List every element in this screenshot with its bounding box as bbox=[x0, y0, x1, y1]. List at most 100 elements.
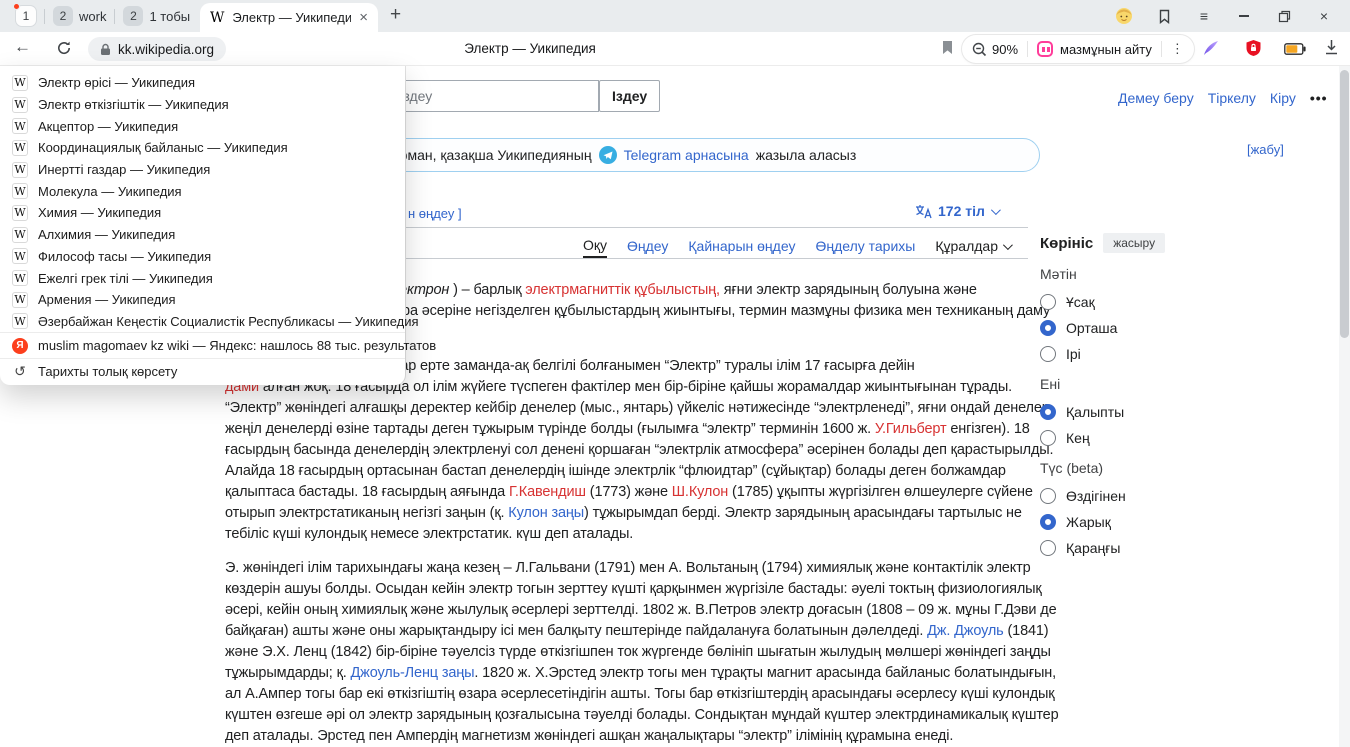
suggestion-item[interactable]: WФилософ тасы — Уикипедия bbox=[0, 246, 405, 268]
suggestion-item[interactable]: WКоординациялық байланыс — Уикипедия bbox=[0, 137, 405, 159]
article-text: яғни электр зарядының болуына және bbox=[720, 282, 977, 298]
wiki-link[interactable]: Кулон заңы bbox=[508, 505, 584, 521]
bookmark-flag-button[interactable] bbox=[941, 40, 954, 60]
url-text: kk.wikipedia.org bbox=[118, 42, 214, 57]
suggestion-label: Армения — Уикипедия bbox=[38, 292, 176, 307]
suggestion-item[interactable]: WАрмения — Уикипедия bbox=[0, 289, 405, 311]
back-button[interactable]: ← bbox=[14, 37, 31, 57]
radio-unchecked-icon[interactable] bbox=[1040, 488, 1056, 504]
tab-group-2[interactable]: 2work bbox=[45, 6, 114, 26]
radio-checked-icon[interactable] bbox=[1040, 320, 1056, 336]
battery-button[interactable] bbox=[1284, 42, 1306, 60]
suggestion-item[interactable]: ↺Тарихты толық көрсету bbox=[0, 358, 405, 384]
radio-option-кең[interactable]: Кең bbox=[1040, 429, 1270, 447]
header-more-button[interactable]: ••• bbox=[1310, 90, 1328, 106]
zoom-control[interactable]: 90% bbox=[972, 42, 1018, 57]
wiki-search-button[interactable]: Іздеу bbox=[599, 80, 660, 112]
tab-strip: 12work21 тобы W Электр — Уикипедия × + bbox=[0, 0, 1350, 32]
profile-avatar[interactable] bbox=[1104, 0, 1144, 32]
edit-source-link-fragment[interactable]: н өңдеу ] bbox=[408, 206, 462, 221]
appearance-hide-button[interactable]: жасыру bbox=[1103, 233, 1165, 253]
scrollbar-thumb[interactable] bbox=[1340, 70, 1349, 338]
language-selector[interactable]: 172 тіл bbox=[915, 203, 998, 219]
article-line: күштен өзгеше әрі ол электр зарядының қо… bbox=[225, 705, 1035, 726]
suggestion-label: Философ тасы — Уикипедия bbox=[38, 249, 211, 264]
article-text: деп аталады. Эрстед пен Ампердің магнети… bbox=[225, 728, 953, 744]
suggestion-item[interactable]: WЕжелгі грек тілі — Уикипедия bbox=[0, 267, 405, 289]
banner-close-link[interactable]: [жабу] bbox=[1247, 142, 1284, 157]
suggestion-label: Әзербайжан Кеңестік Социалистік Республи… bbox=[38, 314, 419, 329]
red-link[interactable]: Г.Кавендиш bbox=[509, 484, 586, 500]
tab-close-icon[interactable]: × bbox=[359, 10, 368, 25]
menu-button[interactable]: ≡ bbox=[1184, 0, 1224, 32]
article-text: енгізген). 18 bbox=[946, 421, 1029, 437]
wiki-link[interactable]: Джоуль-Ленц заңы bbox=[351, 665, 475, 681]
close-window-button[interactable]: × bbox=[1304, 0, 1344, 32]
view-tab-оқу[interactable]: Оқу bbox=[583, 234, 607, 258]
radio-unchecked-icon[interactable] bbox=[1040, 540, 1056, 556]
header-link-2[interactable]: Тіркелу bbox=[1208, 90, 1256, 106]
view-tab-қайнарын-өңдеу[interactable]: Қайнарын өңдеу bbox=[688, 234, 795, 258]
radio-option-орташа[interactable]: Орташа bbox=[1040, 319, 1270, 337]
red-link[interactable]: электрмагниттік құбылыстың, bbox=[525, 282, 720, 298]
radio-option-қалыпты[interactable]: Қалыпты bbox=[1040, 403, 1270, 421]
red-link[interactable]: У.Гильберт bbox=[875, 421, 947, 437]
minimize-icon bbox=[1239, 15, 1249, 17]
minimize-button[interactable] bbox=[1224, 0, 1264, 32]
suggestion-item[interactable]: WМолекула — Уикипедия bbox=[0, 180, 405, 202]
notification-dot-icon bbox=[13, 3, 20, 10]
page-scrollbar[interactable] bbox=[1339, 66, 1350, 747]
protect-shield-button[interactable] bbox=[1245, 39, 1262, 62]
article-text: күштен өзгеше әрі ол электр зарядының қо… bbox=[225, 707, 1059, 723]
view-tab-өңдеу[interactable]: Өңдеу bbox=[627, 234, 668, 258]
downloads-button[interactable] bbox=[1324, 39, 1339, 61]
suggestion-item[interactable]: WЭлектр өрісі — Уикипедия bbox=[0, 72, 405, 94]
view-tab-өңделу-тарихы[interactable]: Өңделу тарихы bbox=[815, 234, 915, 258]
radio-checked-icon[interactable] bbox=[1040, 404, 1056, 420]
radio-option-ұсақ[interactable]: Ұсақ bbox=[1040, 293, 1270, 311]
reload-icon bbox=[56, 40, 72, 56]
radio-option-қараңғы[interactable]: Қараңғы bbox=[1040, 539, 1270, 557]
article-text: байқаған) ашты және оны жарықтандыру ісі… bbox=[225, 623, 927, 639]
read-aloud-button[interactable]: мазмұнын айту bbox=[1037, 41, 1152, 57]
pen-feather-icon bbox=[1202, 39, 1220, 57]
banner-text-after: жазыла аласыз bbox=[756, 147, 857, 163]
suggestion-item[interactable]: WАкцептор — Уикипедия bbox=[0, 115, 405, 137]
suggestion-item[interactable]: WЭлектр өткізгіштік — Уикипедия bbox=[0, 94, 405, 116]
radio-option-өздігінен[interactable]: Өздігінен bbox=[1040, 487, 1270, 505]
page-actions-more-button[interactable]: ⋮ bbox=[1171, 41, 1184, 57]
restore-button[interactable] bbox=[1264, 0, 1304, 32]
omnibox-page-title[interactable]: Электр — Уикипедия bbox=[464, 41, 596, 56]
view-tab-құралдар[interactable]: Құралдар bbox=[935, 234, 1010, 258]
radio-unchecked-icon[interactable] bbox=[1040, 430, 1056, 446]
header-link-1[interactable]: Демеу беру bbox=[1118, 90, 1194, 106]
tab-group-3[interactable]: 21 тобы bbox=[115, 6, 198, 26]
active-tab[interactable]: W Электр — Уикипедия × bbox=[200, 3, 378, 32]
radio-unchecked-icon[interactable] bbox=[1040, 346, 1056, 362]
radio-label: Орташа bbox=[1066, 320, 1117, 336]
wikipedia-favicon: W bbox=[12, 313, 28, 329]
suggestion-label: muslim magomaev kz wiki — Яндекс: нашлос… bbox=[38, 338, 436, 353]
side-panel-button[interactable] bbox=[1144, 0, 1184, 32]
zoom-level: 90% bbox=[992, 42, 1018, 57]
red-link[interactable]: Ш.Кулон bbox=[672, 484, 728, 500]
radio-unchecked-icon[interactable] bbox=[1040, 294, 1056, 310]
wiki-link[interactable]: Дж. Джоуль bbox=[927, 623, 1003, 639]
reload-button[interactable] bbox=[56, 40, 72, 61]
radio-checked-icon[interactable] bbox=[1040, 514, 1056, 530]
yandex-pen-button[interactable] bbox=[1202, 39, 1220, 62]
radio-option-жарық[interactable]: Жарық bbox=[1040, 513, 1270, 531]
suggestion-item[interactable]: WӘзербайжан Кеңестік Социалистік Республ… bbox=[0, 311, 405, 333]
url-bar[interactable]: kk.wikipedia.org bbox=[88, 37, 226, 61]
radio-option-ірі[interactable]: Ірі bbox=[1040, 345, 1270, 363]
suggestion-item[interactable]: Яmuslim magomaev kz wiki — Яндекс: нашло… bbox=[0, 332, 405, 358]
suggestion-item[interactable]: WХимия — Уикипедия bbox=[0, 202, 405, 224]
suggestion-item[interactable]: WАлхимия — Уикипедия bbox=[0, 224, 405, 246]
tab-group-1[interactable]: 1 bbox=[8, 6, 44, 26]
bookmark-panel-icon bbox=[1157, 9, 1172, 24]
suggestion-item[interactable]: WИнертті газдар — Уикипедия bbox=[0, 159, 405, 181]
banner-telegram-link[interactable]: Telegram арнасына bbox=[624, 147, 749, 163]
new-tab-button[interactable]: + bbox=[390, 4, 401, 26]
view-tabs: Оқу Өңдеу Қайнарын өңдеу Өңделу тарихы Құрал… bbox=[500, 234, 1010, 258]
header-link-3[interactable]: Кіру bbox=[1270, 90, 1296, 106]
